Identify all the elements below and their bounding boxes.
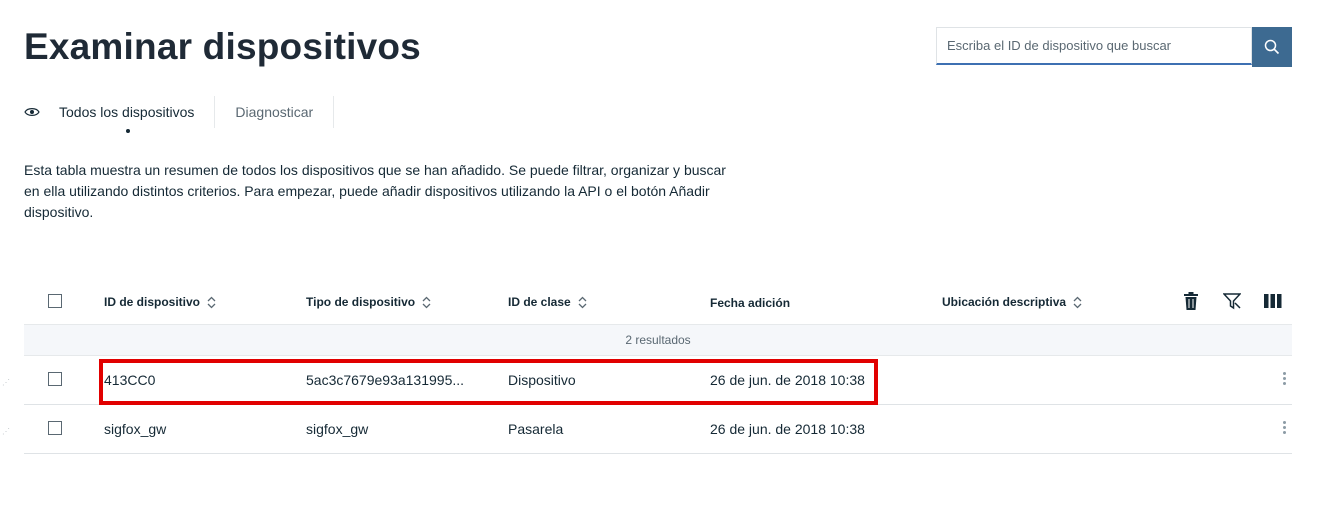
results-count-label: 2 resultados — [625, 333, 691, 347]
search-icon — [1264, 39, 1280, 55]
column-header-device-type[interactable]: Tipo de dispositivo — [306, 295, 431, 309]
table-header: ID de dispositivo Tipo de dispositivo ID… — [24, 280, 1292, 324]
devices-table: ID de dispositivo Tipo de dispositivo ID… — [24, 280, 1292, 454]
active-tab-indicator — [126, 129, 130, 133]
overflow-menu-icon[interactable] — [1283, 372, 1286, 385]
filter-icon[interactable] — [1221, 290, 1243, 312]
search-button[interactable] — [1252, 27, 1292, 67]
overflow-menu-icon[interactable] — [1283, 421, 1286, 434]
device-type-cell: sigfox_gw — [306, 421, 369, 437]
column-label: ID de dispositivo — [104, 295, 201, 309]
search-box — [936, 27, 1292, 67]
sort-icon[interactable] — [1073, 296, 1082, 309]
device-id-cell[interactable]: 413CC0 — [104, 356, 155, 404]
column-label: Tipo de dispositivo — [306, 295, 416, 309]
results-count: 2 resultados — [24, 324, 1292, 356]
search-input[interactable] — [936, 27, 1252, 65]
view-tabs: Todos los dispositivos Diagnosticar — [24, 96, 335, 133]
drag-handle-icon: ⋰ — [2, 378, 10, 387]
page-description: Esta tabla muestra un resumen de todos l… — [24, 162, 726, 220]
tab-all-devices-label: Todos los dispositivos — [59, 104, 195, 120]
column-header-device-id[interactable]: ID de dispositivo — [104, 295, 216, 309]
tab-diagnose[interactable]: Diagnosticar — [215, 96, 335, 128]
tab-diagnose-label: Diagnosticar — [235, 104, 314, 120]
table-row[interactable]: sigfox_gw sigfox_gw Pasarela 26 de jun. … — [24, 405, 1292, 454]
eye-icon — [24, 106, 40, 118]
column-header-date-added[interactable]: Fecha adición — [710, 296, 790, 310]
tab-all-devices[interactable]: Todos los dispositivos — [24, 96, 216, 133]
sort-icon[interactable] — [578, 296, 587, 309]
drag-handle-icon: ⋰ — [2, 427, 10, 436]
class-id-cell: Pasarela — [508, 421, 564, 437]
columns-icon[interactable] — [1262, 290, 1284, 312]
sort-icon[interactable] — [207, 296, 216, 309]
device-type-cell: 5ac3c7679e93a131995... — [306, 372, 465, 388]
column-header-class-id[interactable]: ID de clase — [508, 295, 587, 309]
date-added-cell: 26 de jun. de 2018 10:38 — [710, 372, 865, 388]
select-all-checkbox[interactable] — [48, 294, 62, 308]
column-header-location[interactable]: Ubicación descriptiva — [942, 295, 1082, 309]
column-label: Fecha adición — [710, 296, 791, 310]
date-added-cell: 26 de jun. de 2018 10:38 — [710, 421, 865, 437]
column-label: ID de clase — [508, 295, 571, 309]
row-checkbox[interactable] — [48, 421, 62, 435]
sort-icon[interactable] — [422, 296, 431, 309]
class-id-cell: Dispositivo — [508, 372, 576, 388]
trash-icon[interactable] — [1180, 290, 1202, 312]
row-checkbox[interactable] — [48, 372, 62, 386]
page-title: Examinar dispositivos — [24, 26, 421, 67]
table-row[interactable]: 413CC0 5ac3c7679e93a131995... Dispositiv… — [24, 356, 1292, 405]
device-id-cell[interactable]: sigfox_gw — [104, 405, 166, 453]
column-label: Ubicación descriptiva — [942, 295, 1067, 309]
